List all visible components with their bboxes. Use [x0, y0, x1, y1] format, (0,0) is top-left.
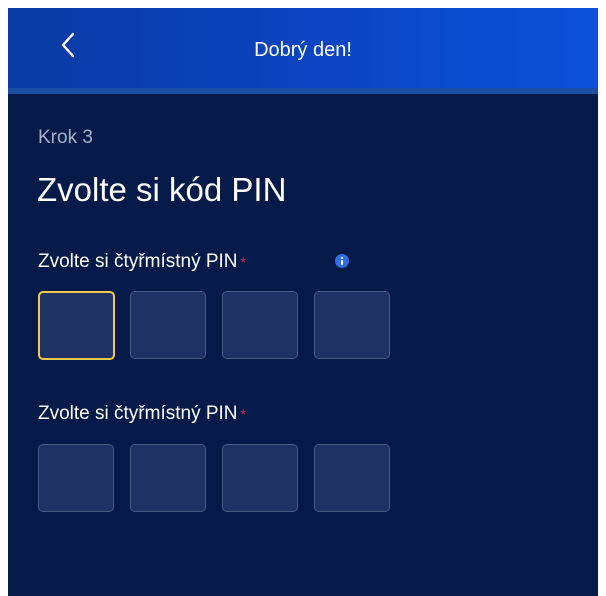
pin-confirm-label-text: Zvolte si čtyřmístný PIN: [38, 403, 238, 424]
pin-confirm-digit-input[interactable]: [130, 444, 206, 512]
pin-digit-input[interactable]: [314, 291, 390, 359]
pin-field-label-text: Zvolte si čtyřmístný PIN: [38, 251, 238, 272]
pin-digit-input[interactable]: [38, 291, 115, 360]
top-app-bar: Dobrý den!: [8, 8, 598, 88]
required-asterisk: *: [240, 254, 246, 270]
header-title: Dobrý den!: [254, 39, 352, 61]
pin-confirm-digit-input[interactable]: [222, 444, 298, 512]
header-divider: [8, 88, 598, 94]
info-icon[interactable]: [335, 254, 349, 268]
pin-confirm-label: Zvolte si čtyřmístný PIN *: [38, 402, 246, 426]
pin-confirm-digit-input[interactable]: [38, 444, 114, 512]
step-indicator: Krok 3: [38, 127, 93, 148]
pin-digit-input[interactable]: [130, 291, 206, 359]
pin-field-label: Zvolte si čtyřmístný PIN *: [38, 250, 246, 274]
pin-setup-screen: Dobrý den! Krok 3 Zvolte si kód PIN Zvol…: [8, 8, 598, 596]
required-asterisk: *: [240, 406, 246, 422]
pin-confirm-digit-input[interactable]: [314, 444, 390, 512]
page-title: Zvolte si kód PIN: [37, 171, 287, 208]
pin-digit-input[interactable]: [222, 291, 298, 359]
